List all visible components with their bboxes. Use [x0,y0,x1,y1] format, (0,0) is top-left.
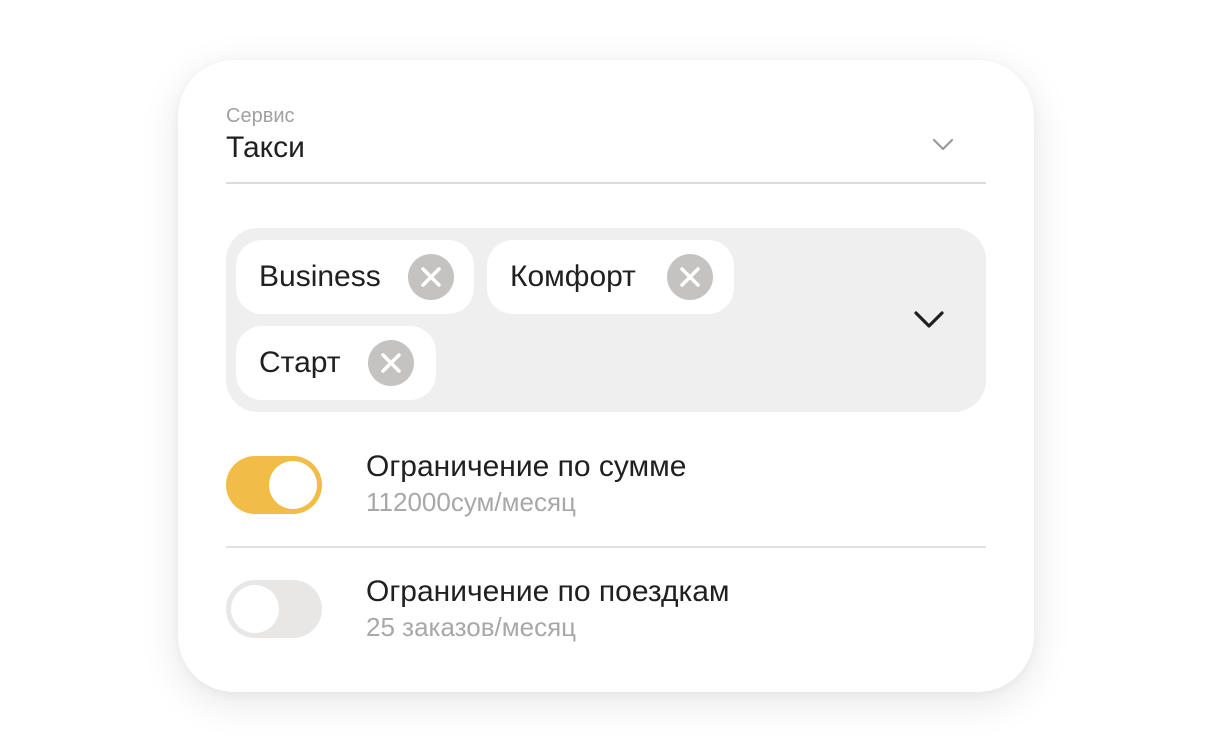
tariff-chip-start[interactable]: Старт [236,326,436,400]
chevron-down-icon[interactable] [913,310,945,330]
divider [226,546,986,548]
trips-limit-value: 25 заказов/месяц [366,612,577,642]
tariff-chip-label: Business [259,260,381,293]
service-label: Сервис [226,105,295,127]
service-select[interactable]: Сервис Такси [226,104,986,184]
trips-limit-title: Ограничение по поездкам [366,575,730,608]
toggle-knob [231,585,279,633]
trips-limit-toggle[interactable] [226,580,322,638]
tariff-chip-label: Комфорт [510,260,636,293]
chevron-down-icon[interactable] [932,138,954,152]
tariff-chip-label: Старт [259,346,341,379]
sum-limit-title: Ограничение по сумме [366,450,687,483]
service-value: Такси [226,131,305,164]
limits-card: Сервис Такси Business Комфорт Старт Огра… [178,60,1034,692]
toggle-knob [269,461,317,509]
tariff-multiselect[interactable]: Business Комфорт Старт [226,228,986,412]
sum-limit-toggle[interactable] [226,456,322,514]
tariff-chip-business[interactable]: Business [236,240,474,314]
tariff-chip-comfort[interactable]: Комфорт [487,240,734,314]
sum-limit-value: 112000сум/месяц [366,487,576,517]
close-circle-icon[interactable] [667,254,713,300]
close-circle-icon[interactable] [408,254,454,300]
close-circle-icon[interactable] [368,340,414,386]
